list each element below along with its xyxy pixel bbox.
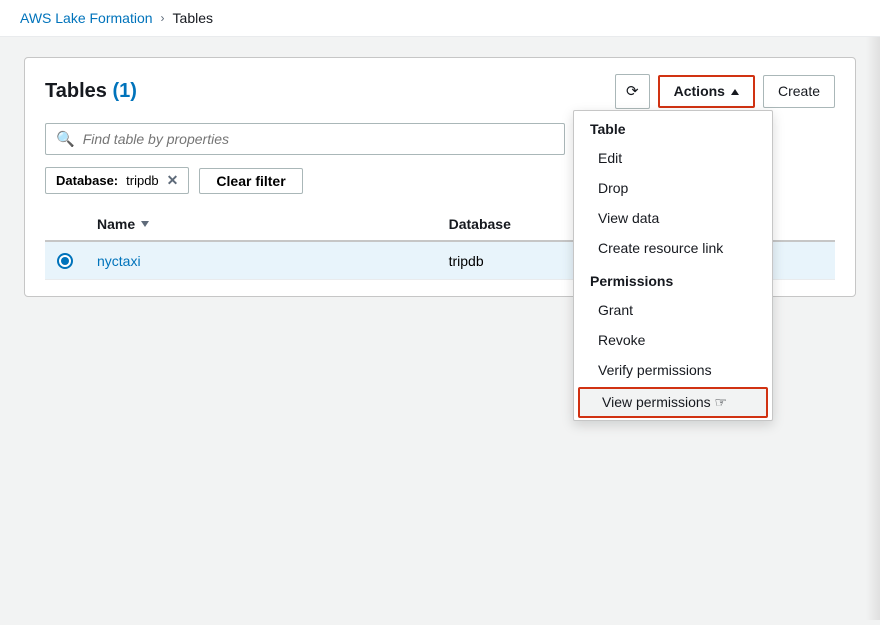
menu-item-view-permissions[interactable]: View permissions ☞ xyxy=(578,387,768,418)
search-icon: 🔍 xyxy=(56,130,75,148)
refresh-icon: ⟳ xyxy=(626,81,639,102)
panel-count: (1) xyxy=(112,80,136,102)
menu-item-create-resource-link[interactable]: Create resource link xyxy=(574,233,772,263)
menu-item-edit[interactable]: Edit xyxy=(574,143,772,173)
triangle-up-icon xyxy=(731,89,739,95)
breadcrumb-separator: › xyxy=(161,11,165,25)
filter-tag-remove[interactable]: ✕ xyxy=(167,172,179,189)
header-actions: ⟳ Actions Create Table Edit Drop View da… xyxy=(615,74,835,109)
menu-item-verify-permissions[interactable]: Verify permissions xyxy=(574,355,772,385)
actions-dropdown: Table Edit Drop View data Create resourc… xyxy=(573,110,773,421)
actions-button[interactable]: Actions xyxy=(658,75,755,109)
row-name-cell: nyctaxi xyxy=(85,241,437,280)
th-name: Name xyxy=(85,208,437,241)
main-content: Tables (1) ⟳ Actions Create Table Edit D… xyxy=(0,37,880,620)
panel-header: Tables (1) ⟳ Actions Create Table Edit D… xyxy=(45,74,835,109)
breadcrumb: AWS Lake Formation › Tables xyxy=(0,0,880,37)
breadcrumb-parent[interactable]: AWS Lake Formation xyxy=(20,10,153,26)
row-radio-cell[interactable] xyxy=(45,241,85,280)
table-name-link[interactable]: nyctaxi xyxy=(97,253,141,269)
menu-item-view-data[interactable]: View data xyxy=(574,203,772,233)
refresh-button[interactable]: ⟳ xyxy=(615,74,650,109)
dropdown-section-permissions: Permissions xyxy=(574,263,772,295)
radio-dot-inner xyxy=(61,257,69,265)
create-button[interactable]: Create xyxy=(763,75,835,109)
menu-item-revoke[interactable]: Revoke xyxy=(574,325,772,355)
panel-title: Tables (1) xyxy=(45,80,137,102)
clear-filter-button[interactable]: Clear filter xyxy=(199,168,302,194)
search-bar: 🔍 xyxy=(45,123,565,155)
search-input[interactable] xyxy=(83,131,554,147)
filter-tag-label: Database: xyxy=(56,173,118,188)
filter-tag-value: tripdb xyxy=(126,173,159,188)
right-edge-decoration xyxy=(866,37,880,620)
dropdown-section-table: Table xyxy=(574,111,772,143)
sort-name-icon[interactable] xyxy=(141,221,149,227)
menu-item-drop[interactable]: Drop xyxy=(574,173,772,203)
breadcrumb-current: Tables xyxy=(173,10,213,26)
tables-panel: Tables (1) ⟳ Actions Create Table Edit D… xyxy=(24,57,856,297)
panel-title-area: Tables (1) xyxy=(45,80,137,103)
radio-button[interactable] xyxy=(57,253,73,269)
menu-item-grant[interactable]: Grant xyxy=(574,295,772,325)
th-select xyxy=(45,208,85,241)
filter-tag: Database: tripdb ✕ xyxy=(45,167,189,194)
